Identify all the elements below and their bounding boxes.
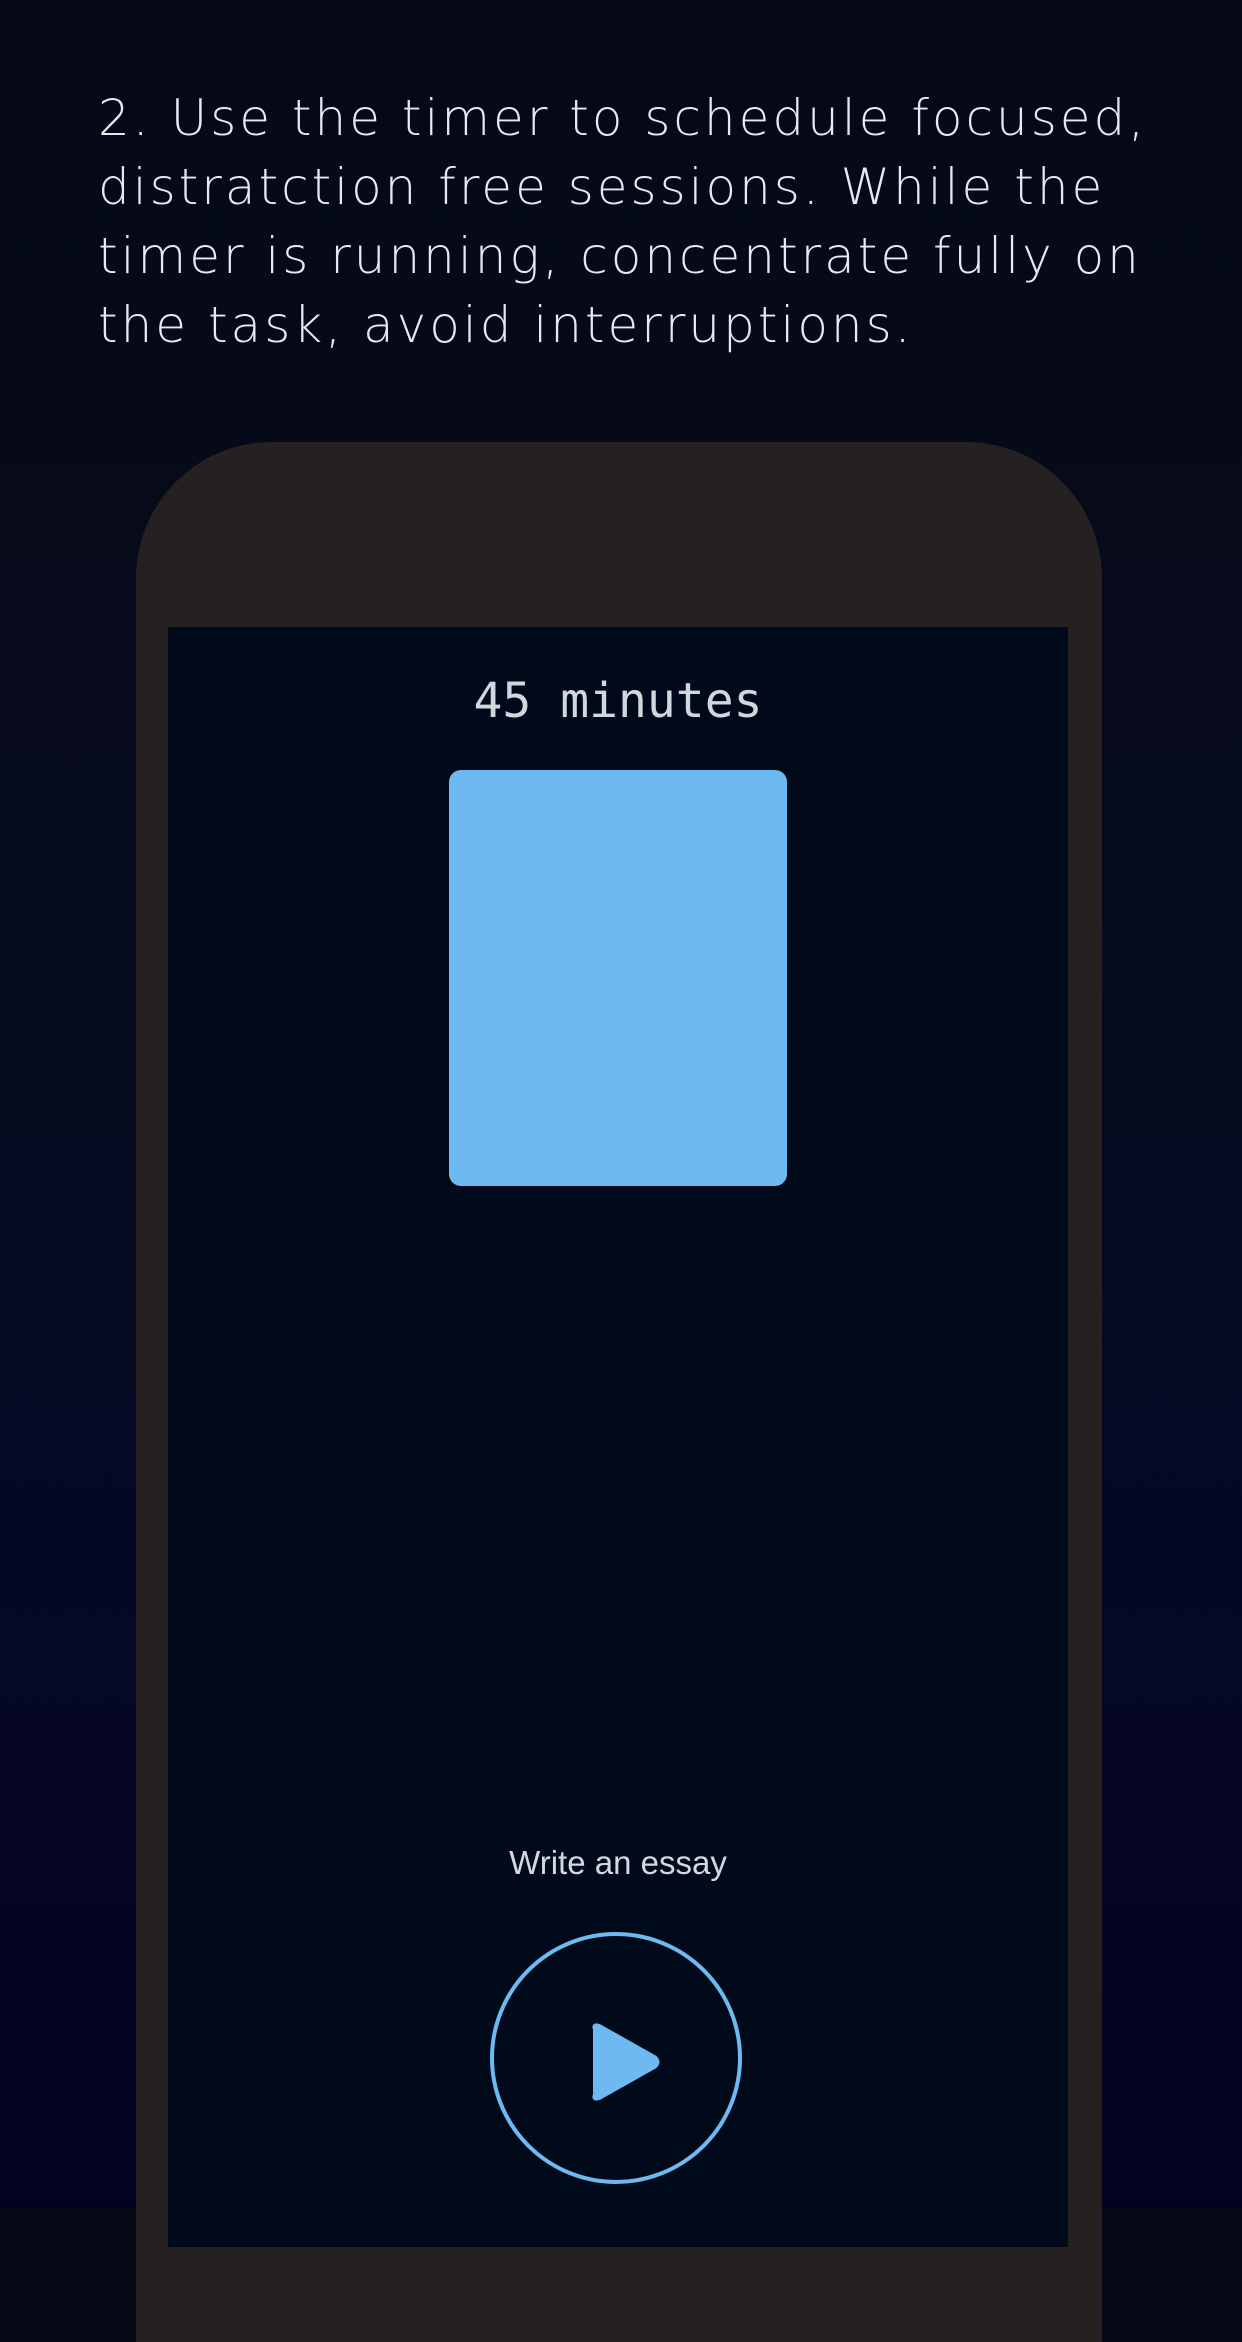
play-icon [592,2023,660,2101]
timer-progress-block [449,770,787,1186]
task-label: Write an essay [509,1844,727,1881]
play-button[interactable] [490,1932,742,2184]
phone-screen: 45 minutes Write an essay [168,627,1068,2247]
instruction-text: 2. Use the timer to schedule focused, di… [98,89,1148,354]
timer-duration-label: 45 minutes [473,673,763,729]
